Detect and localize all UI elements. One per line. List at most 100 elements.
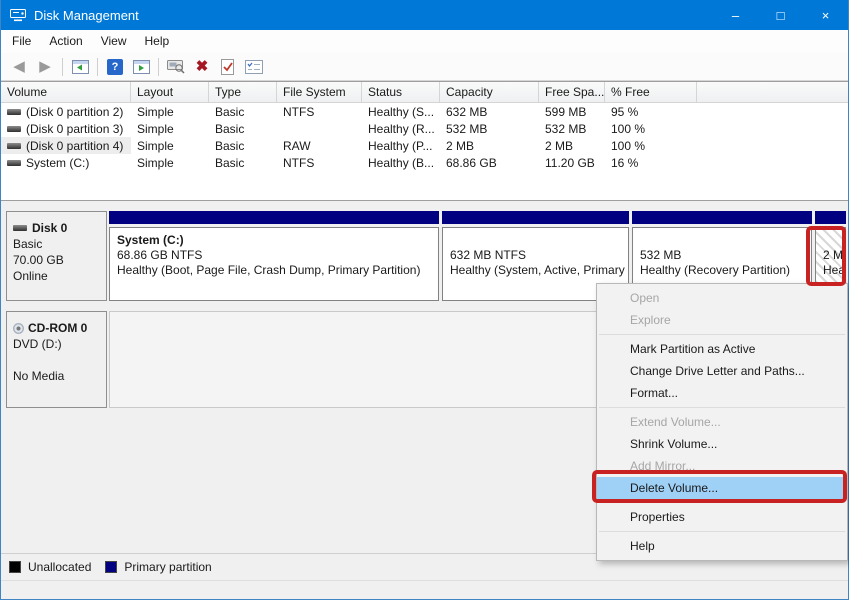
context-menu-item-properties[interactable]: Properties (597, 506, 847, 528)
menubar-item-view[interactable]: View (92, 30, 136, 53)
cell-layout: Simple (131, 103, 209, 120)
partition-color-bar (815, 211, 846, 224)
cd-rom-0-info-line-2: No Media (13, 368, 100, 384)
column-header-capacity[interactable]: Capacity (440, 82, 539, 102)
close-button[interactable]: × (803, 0, 848, 30)
column-header-file-system[interactable]: File System (277, 82, 362, 102)
cell-capacity: 532 MB (440, 120, 539, 137)
context-menu-item-change-drive-letter-and-paths[interactable]: Change Drive Letter and Paths... (597, 360, 847, 382)
partition-size: 532 MB (640, 248, 804, 263)
column-header-free-spa[interactable]: Free Spa... (539, 82, 605, 102)
column-header-volume[interactable]: Volume (1, 82, 131, 102)
partition-size: 68.86 GB NTFS (117, 248, 431, 263)
cd-rom-0-title: CD-ROM 0 (13, 320, 100, 336)
context-menu-separator-2 (599, 407, 845, 408)
volume-disk-icon (7, 126, 21, 132)
context-menu-item-mark-partition-as-active[interactable]: Mark Partition as Active (597, 338, 847, 360)
cell-type: Basic (209, 103, 277, 120)
menubar-item-help[interactable]: Help (136, 30, 179, 53)
column-header-status[interactable]: Status (362, 82, 440, 102)
cd-rom-0-info-line-1 (13, 352, 100, 368)
legend-swatch-primary-partition (105, 561, 117, 573)
title-bar: Disk Management –□× (1, 0, 848, 30)
partition-color-bar (109, 211, 439, 224)
context-menu-item-shrink-volume[interactable]: Shrink Volume... (597, 433, 847, 455)
toolbar-separator-1 (62, 58, 63, 76)
menubar-item-file[interactable]: File (3, 30, 40, 53)
context-menu-separator-1 (599, 334, 845, 335)
partition-title (823, 233, 838, 248)
context-menu-item-delete-volume[interactable]: Delete Volume... (597, 477, 847, 499)
disk-0-panel[interactable]: Disk 0Basic70.00 GBOnline (6, 211, 107, 301)
cell-free-spa: 11.20 GB (539, 154, 605, 171)
partition-system-c[interactable]: System (C:)68.86 GB NTFSHealthy (Boot, P… (109, 211, 439, 301)
viewer-icon[interactable] (163, 55, 189, 79)
cell-type: Basic (209, 120, 277, 137)
table-row-disk-0-partition-4[interactable]: (Disk 0 partition 4)SimpleBasicRAWHealth… (1, 137, 848, 154)
volume-disk-icon (7, 143, 21, 149)
table-row-disk-0-partition-2[interactable]: (Disk 0 partition 2)SimpleBasicNTFSHealt… (1, 103, 848, 120)
minimize-button[interactable]: – (713, 0, 758, 30)
legend-label: Unallocated (28, 560, 91, 574)
partition-title (450, 233, 621, 248)
partition-size: 632 MB NTFS (450, 248, 621, 263)
back-icon[interactable]: ◀ (6, 55, 32, 79)
context-menu-separator-4 (599, 531, 845, 532)
cell-file-system: RAW (277, 137, 362, 154)
menu-bar: FileActionViewHelp (1, 30, 848, 53)
partition-status: Healthy (System, Active, Primary Partiti… (450, 263, 621, 278)
cell-status: Healthy (S... (362, 103, 440, 120)
toolbar: ◀▶? ✖ (1, 53, 848, 81)
context-menu-item-extend-volume: Extend Volume... (597, 411, 847, 433)
disk-0-info-line-2: Online (13, 268, 100, 284)
disk-0-info-line-0: Basic (13, 236, 100, 252)
partition-color-bar (442, 211, 629, 224)
disk-0-info-line-1: 70.00 GB (13, 252, 100, 268)
app-icon (10, 9, 26, 22)
partition-status: Healthy (Boot, Page File, Crash Dump, Pr… (117, 263, 431, 278)
cell-type: Basic (209, 137, 277, 154)
legend-label: Primary partition (124, 560, 211, 574)
volume-disk-icon (7, 109, 21, 115)
cell-volume: System (C:) (1, 154, 131, 171)
window-controls: –□× (713, 0, 848, 30)
cell-layout: Simple (131, 120, 209, 137)
context-menu-item-help[interactable]: Help (597, 535, 847, 557)
console-tree-icon[interactable] (67, 55, 93, 79)
table-row-system-c[interactable]: System (C:)SimpleBasicNTFSHealthy (B...6… (1, 154, 848, 171)
column-header-layout[interactable]: Layout (131, 82, 209, 102)
cd-icon (13, 323, 24, 334)
cd-rom-0-panel[interactable]: CD-ROM 0DVD (D:) No Media (6, 311, 107, 408)
volume-list-header: VolumeLayoutTypeFile SystemStatusCapacit… (1, 82, 848, 103)
delete-volume-icon[interactable]: ✖ (189, 55, 215, 79)
cell-file-system (277, 120, 362, 137)
column-header-type[interactable]: Type (209, 82, 277, 102)
volume-list: VolumeLayoutTypeFile SystemStatusCapacit… (1, 81, 848, 200)
forward-icon[interactable]: ▶ (32, 55, 58, 79)
partition-body[interactable]: System (C:)68.86 GB NTFSHealthy (Boot, P… (109, 227, 439, 301)
cell-free-spa: 599 MB (539, 103, 605, 120)
table-row-disk-0-partition-3[interactable]: (Disk 0 partition 3)SimpleBasicHealthy (… (1, 120, 848, 137)
column-header-free[interactable]: % Free (605, 82, 697, 102)
action-pane-icon[interactable] (128, 55, 154, 79)
menubar-item-action[interactable]: Action (40, 30, 91, 53)
partition-status: Healthy (Recovery Partition) (640, 263, 804, 278)
window-title: Disk Management (34, 8, 139, 23)
cell-capacity: 68.86 GB (440, 154, 539, 171)
cell-free-spa: 2 MB (539, 137, 605, 154)
help-icon[interactable]: ? (102, 55, 128, 79)
properties-check-icon[interactable] (215, 55, 241, 79)
context-menu-item-format[interactable]: Format... (597, 382, 847, 404)
cell-volume: (Disk 0 partition 3) (1, 120, 131, 137)
cell-free: 16 % (605, 154, 697, 171)
context-menu-item-open: Open (597, 287, 847, 309)
context-menu-item-add-mirror: Add Mirror... (597, 455, 847, 477)
volume-list-body: (Disk 0 partition 2)SimpleBasicNTFSHealt… (1, 103, 848, 171)
context-menu-separator-3 (599, 502, 845, 503)
legend-item-unallocated: Unallocated (9, 560, 91, 574)
maximize-button[interactable]: □ (758, 0, 803, 30)
checklist-icon[interactable] (241, 55, 267, 79)
cell-free-spa: 532 MB (539, 120, 605, 137)
cell-capacity: 632 MB (440, 103, 539, 120)
disk-management-window: Disk Management –□× FileActionViewHelp ◀… (0, 0, 849, 600)
